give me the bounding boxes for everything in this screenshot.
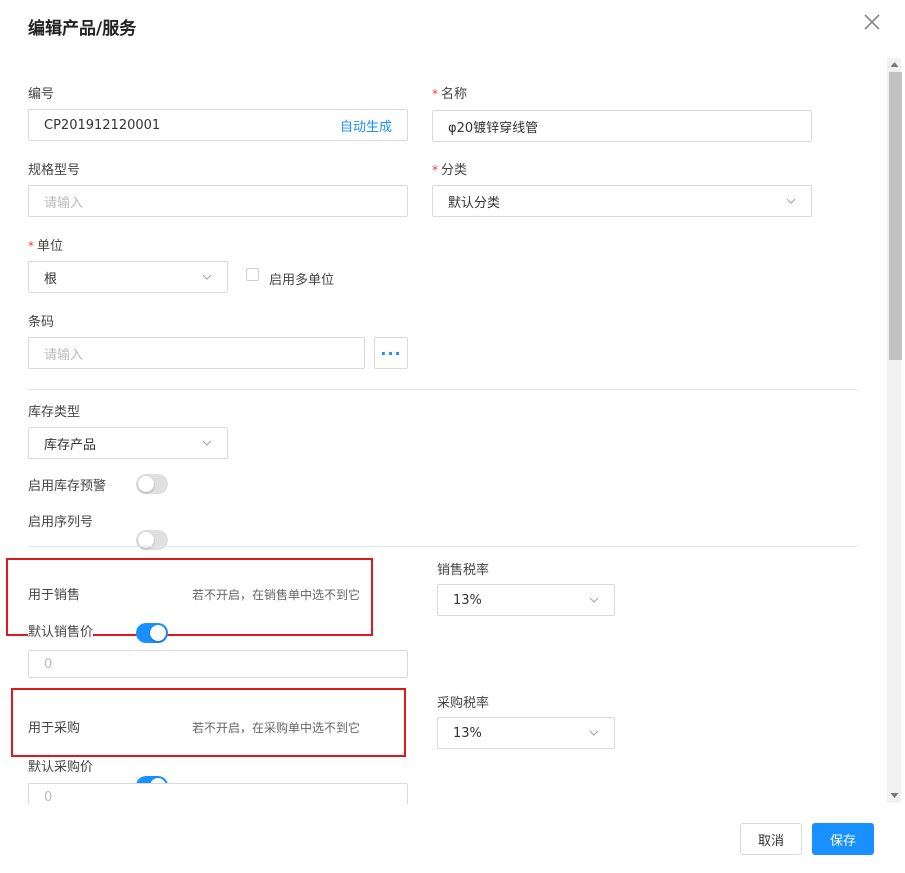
stock-warning-label: 启用库存预警 <box>28 479 107 494</box>
stock-type-label: 库存类型 <box>28 405 81 420</box>
code-field[interactable]: CP201912120001 自动生成 <box>28 109 408 141</box>
category-select[interactable]: 默认分类 <box>432 185 812 217</box>
sale-tax-select[interactable]: 13% <box>437 584 615 616</box>
unit-select[interactable]: 根 <box>28 261 228 293</box>
chevron-down-icon <box>202 440 212 446</box>
for-purchase-label: 用于采购 <box>28 721 81 736</box>
default-purchase-price-placeholder: 0 <box>44 789 53 805</box>
serial-number-label: 启用序列号 <box>28 515 94 530</box>
multi-unit-label: 启用多单位 <box>269 273 335 288</box>
multi-unit-checkbox[interactable] <box>246 268 259 281</box>
default-purchase-price-label: 默认采购价 <box>28 760 94 775</box>
category-label: * 分类 <box>432 163 468 178</box>
spec-label: 规格型号 <box>28 163 81 178</box>
barcode-field[interactable]: 请输入 <box>28 337 365 369</box>
close-icon[interactable] <box>862 12 882 32</box>
serial-number-toggle[interactable] <box>136 530 168 550</box>
sale-tax-value: 13% <box>453 592 482 608</box>
default-sale-price-placeholder: 0 <box>44 656 53 672</box>
purchase-tax-select[interactable]: 13% <box>437 717 615 749</box>
divider <box>28 546 858 547</box>
cancel-button[interactable]: 取消 <box>740 823 802 855</box>
required-mark: * <box>432 163 438 177</box>
barcode-placeholder: 请输入 <box>44 347 84 363</box>
save-button[interactable]: 保存 <box>812 823 874 855</box>
barcode-label: 条码 <box>28 315 55 330</box>
required-mark: * <box>432 87 438 101</box>
scrollbar-thumb[interactable] <box>889 72 902 360</box>
chevron-down-icon <box>786 198 796 204</box>
divider <box>28 389 858 390</box>
for-sale-toggle[interactable] <box>136 623 168 643</box>
scroll-up-icon[interactable] <box>890 61 899 68</box>
barcode-more-button[interactable]: ··· <box>374 337 408 369</box>
chevron-down-icon <box>589 730 599 736</box>
stock-type-value: 库存产品 <box>44 437 97 453</box>
default-sale-price-label: 默认销售价 <box>28 621 94 640</box>
sale-tax-label: 销售税率 <box>437 563 490 578</box>
required-mark: * <box>28 239 34 253</box>
unit-value: 根 <box>44 271 58 287</box>
category-value: 默认分类 <box>448 195 501 211</box>
auto-generate-link[interactable]: 自动生成 <box>340 116 392 135</box>
default-sale-price-field[interactable]: 0 <box>28 650 408 678</box>
unit-label: * 单位 <box>28 239 64 254</box>
stock-type-select[interactable]: 库存产品 <box>28 427 228 459</box>
stock-warning-toggle[interactable] <box>136 474 168 494</box>
name-label: * 名称 <box>432 87 468 102</box>
scroll-down-icon[interactable] <box>890 792 899 799</box>
code-value: CP201912120001 <box>44 117 161 133</box>
spec-placeholder: 请输入 <box>44 195 84 211</box>
purchase-tax-label: 采购税率 <box>437 696 490 711</box>
spec-field[interactable]: 请输入 <box>28 185 408 217</box>
chevron-down-icon <box>589 597 599 603</box>
name-value: φ20镀锌穿线管 <box>448 120 539 136</box>
chevron-down-icon <box>202 274 212 280</box>
purchase-tax-value: 13% <box>453 725 482 741</box>
name-field[interactable]: φ20镀锌穿线管 <box>432 110 812 142</box>
for-sale-label: 用于销售 <box>28 588 81 603</box>
dialog-title: 编辑产品/服务 <box>28 19 137 39</box>
code-label: 编号 <box>28 87 55 102</box>
for-sale-hint: 若不开启，在销售单中选不到它 <box>192 588 361 602</box>
for-purchase-hint: 若不开启，在采购单中选不到它 <box>192 721 361 735</box>
